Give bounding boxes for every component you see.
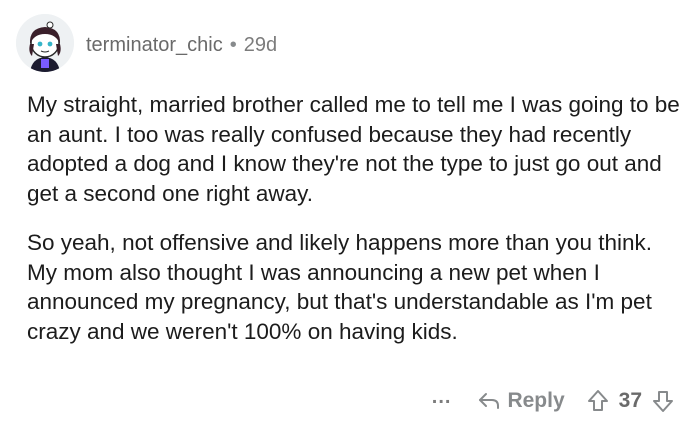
vote-controls: 37 [587, 389, 674, 413]
reply-button[interactable]: Reply [477, 389, 565, 413]
vote-score: 37 [618, 389, 642, 412]
username[interactable]: terminator_chic [86, 34, 223, 57]
comment-age: 29d [243, 33, 278, 56]
downvote-arrow-icon[interactable] [652, 389, 674, 413]
reply-arrow-icon [477, 390, 507, 412]
comment-paragraph: So yeah, not offensive and likely happen… [27, 230, 652, 344]
comment-paragraph: My straight, married brother called me t… [27, 92, 680, 206]
comment-header: terminator_chic • 29d [16, 10, 277, 76]
upvote-arrow-icon[interactable] [587, 389, 609, 413]
comment: terminator_chic • 29d My straight, marri… [0, 0, 700, 427]
comment-actions: ... Reply 37 [432, 383, 674, 419]
comment-meta: terminator_chic • 29d [86, 34, 277, 57]
reply-label: Reply [507, 389, 565, 412]
separator-dot: • [229, 33, 237, 56]
more-icon[interactable]: ... [432, 387, 452, 407]
comment-body: My straight, married brother called me t… [27, 90, 682, 366]
avatar-icon [16, 14, 74, 72]
avatar[interactable] [16, 14, 74, 72]
